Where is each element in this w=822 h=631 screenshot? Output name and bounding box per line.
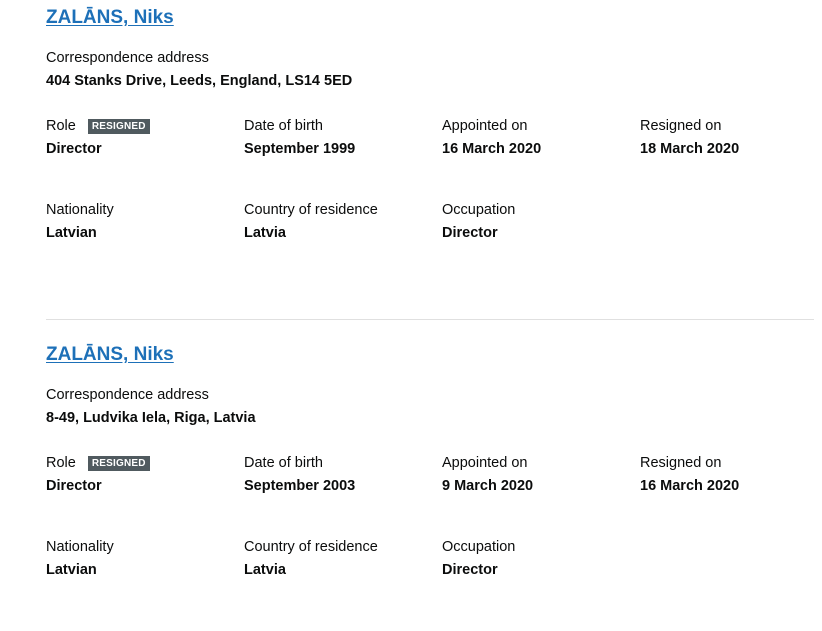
role-value: Director (46, 478, 102, 494)
appointed-label: Appointed on (442, 118, 528, 134)
appointed-value: 9 March 2020 (442, 478, 534, 494)
section-divider (46, 319, 814, 320)
dob-value: September 2003 (244, 478, 356, 494)
status-badge: RESIGNED (87, 456, 150, 471)
role-value: Director (46, 141, 102, 157)
correspondence-address-label: Correspondence address (46, 50, 209, 66)
occupation-value: Director (442, 225, 498, 241)
nationality-value: Latvian (46, 562, 97, 578)
appointed-label: Appointed on (442, 455, 528, 471)
dob-field: Date of birth September 2003 (244, 454, 434, 495)
nationality-label: Nationality (46, 539, 114, 555)
residence-field: Country of residence Latvia (244, 201, 434, 242)
correspondence-address-label: Correspondence address (46, 387, 209, 403)
residence-label: Country of residence (244, 539, 378, 555)
appointed-field: Appointed on 9 March 2020 (442, 454, 632, 495)
resigned-field: Resigned on 16 March 2020 (640, 454, 822, 495)
resigned-value: 16 March 2020 (640, 478, 740, 494)
role-field: Role RESIGNED Director (46, 454, 236, 495)
role-label: Role (46, 455, 76, 471)
resigned-label: Resigned on (640, 118, 722, 134)
role-field: Role RESIGNED Director (46, 117, 236, 158)
residence-value: Latvia (244, 562, 286, 578)
dob-field: Date of birth September 1999 (244, 117, 434, 158)
nationality-field: Nationality Latvian (46, 201, 236, 242)
officer-entry: ZALĀNS, Niks Correspondence address 404 … (46, 6, 814, 241)
nationality-field: Nationality Latvian (46, 538, 236, 579)
residence-field: Country of residence Latvia (244, 538, 434, 579)
dob-label: Date of birth (244, 455, 323, 471)
resigned-field: Resigned on 18 March 2020 (640, 117, 822, 158)
role-label: Role (46, 118, 76, 134)
dob-value: September 1999 (244, 141, 356, 157)
officer-entry: ZALĀNS, Niks Correspondence address 8-49… (46, 343, 814, 578)
residence-value: Latvia (244, 225, 286, 241)
dob-label: Date of birth (244, 118, 323, 134)
occupation-value: Director (442, 562, 498, 578)
correspondence-address-value: 404 Stanks Drive, Leeds, England, LS14 5… (46, 73, 353, 89)
occupation-field: Occupation Director (442, 201, 632, 242)
occupation-label: Occupation (442, 202, 516, 218)
nationality-value: Latvian (46, 225, 97, 241)
resigned-value: 18 March 2020 (640, 141, 740, 157)
status-badge: RESIGNED (87, 119, 150, 134)
occupation-label: Occupation (442, 539, 516, 555)
appointed-field: Appointed on 16 March 2020 (442, 117, 632, 158)
residence-label: Country of residence (244, 202, 378, 218)
officer-name-link[interactable]: ZALĀNS, Niks (46, 343, 174, 367)
correspondence-address-value: 8-49, Ludvika Iela, Riga, Latvia (46, 410, 256, 426)
resigned-label: Resigned on (640, 455, 722, 471)
officer-name-link[interactable]: ZALĀNS, Niks (46, 6, 174, 30)
occupation-field: Occupation Director (442, 538, 632, 579)
appointed-value: 16 March 2020 (442, 141, 542, 157)
nationality-label: Nationality (46, 202, 114, 218)
